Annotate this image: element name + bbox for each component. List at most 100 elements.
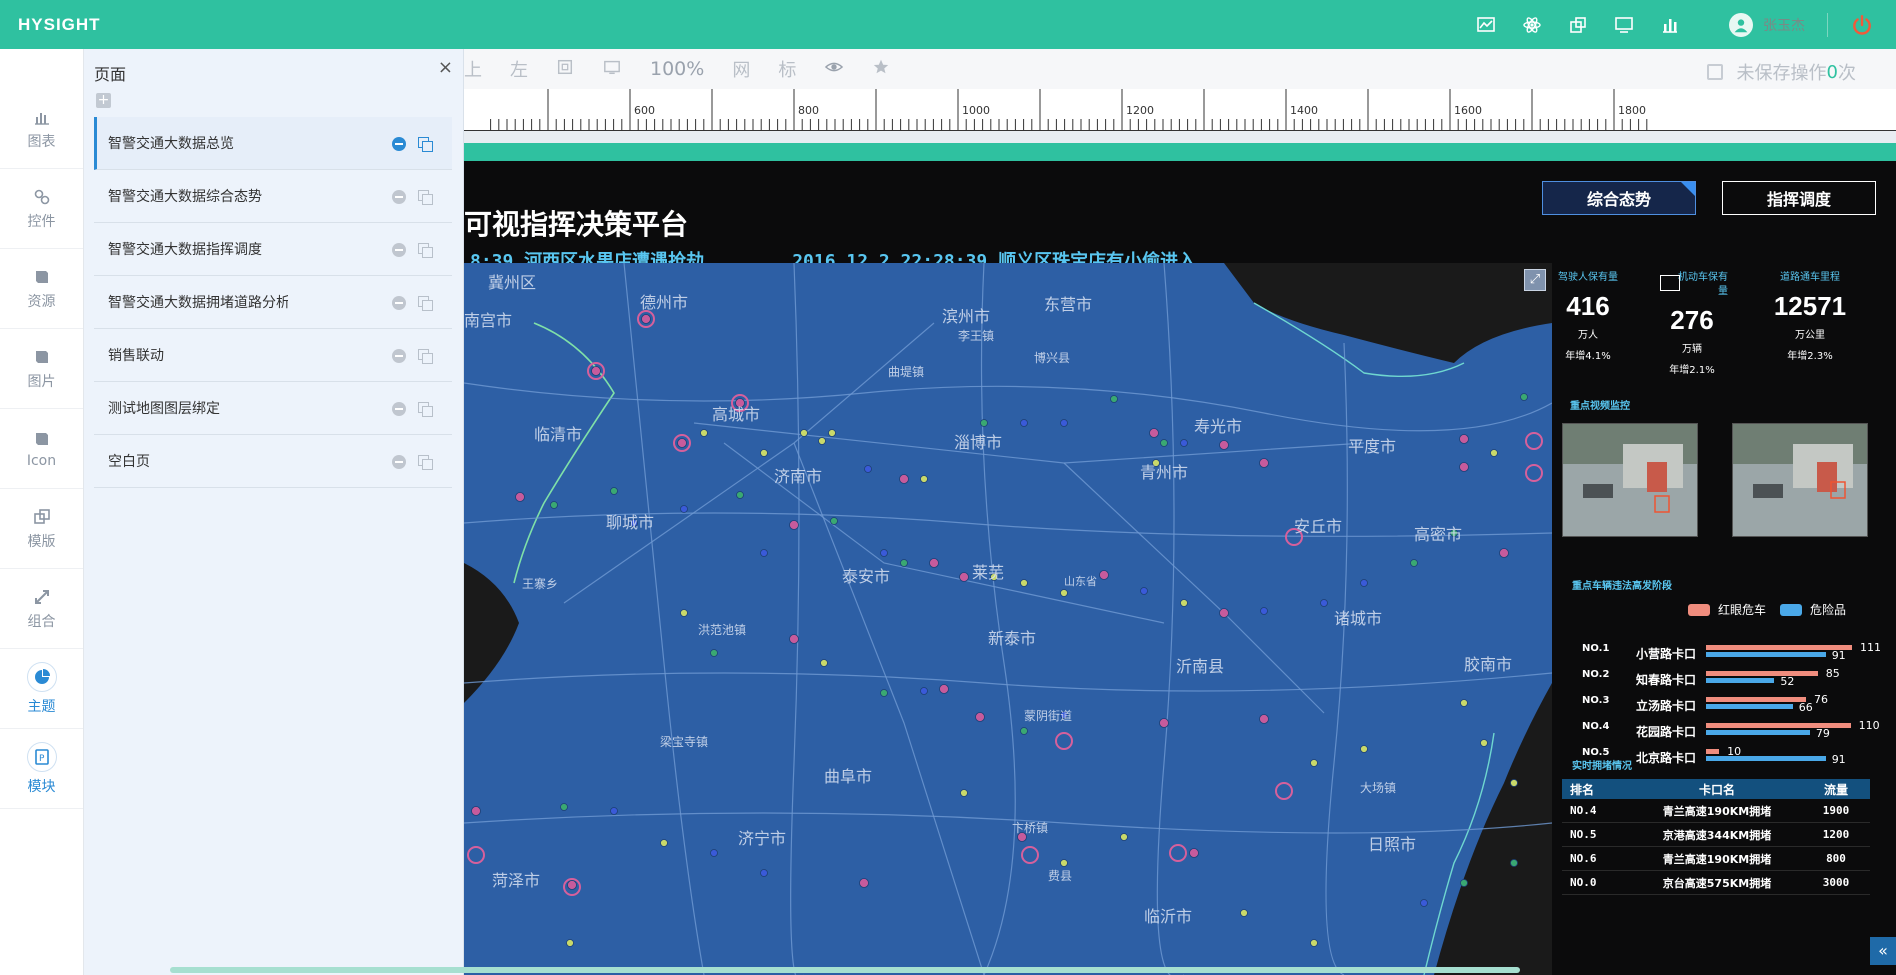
- fit-icon[interactable]: [602, 58, 622, 81]
- align-left-button[interactable]: 左: [510, 56, 528, 82]
- map-marker: [566, 939, 574, 947]
- map-marker: [641, 314, 651, 324]
- unsaved-suffix: 次: [1838, 63, 1856, 84]
- remove-icon[interactable]: [392, 190, 406, 204]
- sidebar-item-label: 图片: [27, 373, 56, 390]
- monitor-icon[interactable]: [1613, 14, 1635, 36]
- copy-icon[interactable]: [418, 349, 433, 364]
- close-icon[interactable]: ×: [438, 57, 453, 78]
- video-feed[interactable]: [1732, 423, 1868, 537]
- zoom-level[interactable]: 100%: [650, 58, 704, 80]
- page-list-item[interactable]: 销售联动: [94, 329, 452, 382]
- remove-icon[interactable]: [392, 137, 406, 151]
- sidebar-item-label: 资源: [27, 293, 56, 310]
- expand-icon[interactable]: ⤢: [1524, 269, 1546, 291]
- collapse-icon[interactable]: «: [1870, 937, 1896, 965]
- copy-icon[interactable]: [418, 190, 433, 205]
- grid-toggle[interactable]: 网: [732, 56, 750, 82]
- copy-icon[interactable]: [418, 402, 433, 417]
- sidebar-item-theme[interactable]: 主题: [0, 649, 83, 729]
- rank-name: 知春路卡口: [1636, 673, 1697, 687]
- unsaved-count: 0: [1826, 61, 1838, 83]
- sidebar-item-icon[interactable]: Icon: [0, 409, 83, 489]
- remove-icon[interactable]: [392, 455, 406, 469]
- map-marker: [760, 549, 768, 557]
- map-marker: [864, 465, 872, 473]
- map-marker: [591, 366, 601, 376]
- map-road: [790, 263, 804, 975]
- copy-icon[interactable]: [418, 455, 433, 470]
- map-label: 蒙阴街道: [1024, 709, 1073, 723]
- sidebar-item-charts[interactable]: 图表: [0, 89, 83, 169]
- map-marker: [920, 687, 928, 695]
- rank-name: 小营路卡口: [1636, 647, 1697, 661]
- map-marker: [820, 659, 828, 667]
- blue-value: 52: [1780, 675, 1795, 688]
- mark-toggle[interactable]: 标: [778, 56, 796, 82]
- map-marker: [550, 501, 558, 509]
- map-marker: [1060, 419, 1068, 427]
- atom-icon[interactable]: [1521, 14, 1543, 36]
- red-value: 10: [1727, 745, 1742, 758]
- power-icon[interactable]: [1850, 13, 1874, 37]
- map-marker: [939, 684, 949, 694]
- chart-icon[interactable]: [1475, 14, 1497, 36]
- video-feed[interactable]: [1562, 423, 1698, 537]
- map-label: 莱芜: [972, 563, 1005, 582]
- page-list-item[interactable]: 智警交通大数据拥堵道路分析: [94, 276, 452, 329]
- add-page-button[interactable]: +: [96, 93, 111, 108]
- map-view[interactable]: 冀州区 南宫市 德州市 滨州市 东营市 临清市 高城市 济南市 淄博市 青州市 …: [464, 263, 1552, 975]
- section-title: 实时拥堵情况: [1572, 761, 1632, 772]
- map-marker: [1320, 599, 1328, 607]
- tab-dispatch[interactable]: 指挥调度: [1722, 181, 1876, 215]
- save-icon[interactable]: [1706, 64, 1723, 80]
- user-menu[interactable]: 张玉杰: [1729, 12, 1805, 37]
- editor-canvas[interactable]: 可视指挥决策平台 8:39 河西区水果店遭遇抢劫 2016.12.2 22:28:…: [464, 131, 1896, 975]
- page-list-item[interactable]: 智警交通大数据指挥调度: [94, 223, 452, 276]
- star-icon[interactable]: [872, 58, 890, 81]
- copy-icon[interactable]: [418, 243, 433, 258]
- map-label: 胶南市: [1464, 655, 1513, 674]
- copy-icon[interactable]: [418, 296, 433, 311]
- sidebar-item-templates[interactable]: 模版: [0, 489, 83, 569]
- remove-icon[interactable]: [392, 296, 406, 310]
- sidebar-item-resources[interactable]: 资源: [0, 249, 83, 329]
- map-marker: [1060, 589, 1068, 597]
- map-marker: [1310, 759, 1318, 767]
- map-marker: [1499, 548, 1509, 558]
- blue-bar: [1706, 756, 1826, 761]
- eye-icon[interactable]: [824, 58, 844, 81]
- sidebar-item-combine[interactable]: 组合: [0, 569, 83, 649]
- map-road: [623, 263, 705, 975]
- column-header: 卡口名: [1698, 782, 1735, 797]
- page-list-item[interactable]: 智警交通大数据总览: [94, 117, 452, 170]
- frame-icon[interactable]: [556, 58, 574, 81]
- copy-icon[interactable]: [418, 137, 433, 152]
- red-value: 76: [1813, 693, 1828, 706]
- map-marker: [1149, 428, 1159, 438]
- map-label: 淄博市: [954, 433, 1003, 452]
- sidebar-item-controls[interactable]: 控件: [0, 169, 83, 249]
- remove-icon[interactable]: [392, 243, 406, 257]
- puzzle-icon[interactable]: [1567, 14, 1589, 36]
- brand-logo[interactable]: HYSIGHT: [18, 15, 101, 35]
- map-marker: [1180, 439, 1188, 447]
- book-icon: [35, 350, 48, 363]
- tab-overview[interactable]: 综合态势: [1542, 181, 1696, 215]
- remove-icon[interactable]: [392, 402, 406, 416]
- bar-chart-icon[interactable]: [1659, 14, 1681, 36]
- editor-toolbar: 上 左 100% 网 标 未保存操作 0 次: [464, 49, 1896, 89]
- map-marker: [1180, 599, 1188, 607]
- page-list-item[interactable]: 空白页: [94, 435, 452, 488]
- sidebar-item-images[interactable]: 图片: [0, 329, 83, 409]
- chart-legend: 红眼危车 危险品: [1688, 601, 1846, 618]
- align-top-button[interactable]: 上: [464, 56, 482, 82]
- page-list-item[interactable]: 智警交通大数据综合态势: [94, 170, 452, 223]
- horizontal-scrollbar[interactable]: [170, 967, 1520, 973]
- remove-icon[interactable]: [392, 349, 406, 363]
- rank-row: NO.2 知春路卡口 85 52: [1552, 667, 1896, 693]
- map-marker: [680, 505, 688, 513]
- sidebar-item-modules[interactable]: P 模块: [0, 729, 83, 809]
- module-icon: P: [26, 741, 57, 772]
- page-list-item[interactable]: 测试地图图层绑定: [94, 382, 452, 435]
